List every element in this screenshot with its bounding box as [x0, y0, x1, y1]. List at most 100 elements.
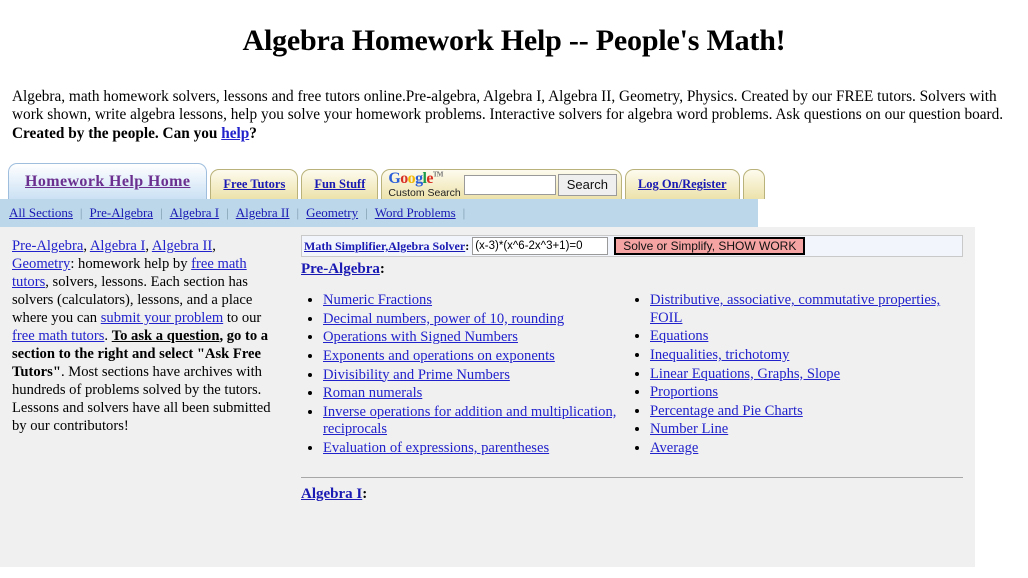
section-link-pre-algebra[interactable]: Pre-Algebra — [301, 261, 380, 277]
list-item[interactable]: Distributive, associative, commutative p… — [650, 292, 963, 327]
google-letter-g: G — [388, 169, 401, 187]
subnav-separator: | — [226, 205, 229, 221]
subnav-separator: | — [296, 205, 300, 221]
tab-log-on-register[interactable]: Log On/Register — [624, 169, 740, 200]
link-evaluation-expressions[interactable]: Evaluation of expressions, parentheses — [323, 440, 549, 456]
subnav-separator: | — [462, 205, 466, 221]
list-item[interactable]: Equations — [650, 328, 963, 346]
help-link[interactable]: help — [221, 125, 249, 142]
pre-algebra-left-list: Numeric Fractions Decimal numbers, power… — [301, 292, 632, 457]
sidebar-link-algebra-ii[interactable]: Algebra II — [152, 238, 212, 254]
google-logo-icon: GoogleTM Custom Search — [388, 169, 461, 199]
intro-text: Algebra, math homework solvers, lessons … — [12, 88, 1004, 124]
link-operations-signed-numbers[interactable]: Operations with Signed Numbers — [323, 329, 518, 345]
subnav-item-all-sections[interactable]: All Sections — [9, 205, 73, 221]
link-average[interactable]: Average — [650, 440, 698, 456]
section-heading-pre-algebra: Pre-Algebra: — [301, 261, 963, 278]
subnav-item-algebra-ii[interactable]: Algebra II — [236, 205, 290, 221]
sidebar-link-algebra-i[interactable]: Algebra I — [90, 238, 146, 254]
list-item[interactable]: Percentage and Pie Charts — [650, 403, 963, 421]
subnav-item-pre-algebra[interactable]: Pre-Algebra — [90, 205, 154, 221]
link-roman-numerals[interactable]: Roman numerals — [323, 385, 422, 401]
solver-expression-input[interactable] — [472, 237, 609, 256]
tab-homework-help-home[interactable]: Homework Help Home — [8, 163, 208, 200]
list-item[interactable]: Numeric Fractions — [323, 292, 632, 310]
tab-label-home[interactable]: Homework Help Home — [25, 173, 190, 191]
intro-bold-text: Created by the people. Can you — [12, 124, 222, 142]
sidebar-link-submit-problem[interactable]: submit your problem — [101, 310, 223, 326]
google-letter-o2: o — [407, 169, 416, 187]
tab-bar: Homework Help Home Free Tutors Fun Stuff… — [0, 163, 765, 200]
pre-algebra-right-list: Distributive, associative, commutative p… — [632, 292, 963, 457]
list-item[interactable]: Proportions — [650, 384, 963, 402]
link-linear-equations-graphs-slope[interactable]: Linear Equations, Graphs, Slope — [650, 366, 840, 382]
subnav-item-word-problems[interactable]: Word Problems — [375, 205, 456, 221]
link-numeric-fractions[interactable]: Numeric Fractions — [323, 292, 432, 308]
list-item[interactable]: Exponents and operations on exponents — [323, 348, 632, 366]
pre-algebra-left-column: Numeric Fractions Decimal numbers, power… — [301, 292, 632, 458]
section-heading-algebra-i: Algebra I: — [301, 486, 963, 503]
tab-free-tutors[interactable]: Free Tutors — [210, 169, 299, 200]
link-percentage-pie-charts[interactable]: Percentage and Pie Charts — [650, 403, 803, 419]
tab-stub[interactable] — [742, 169, 765, 200]
sidebar-link-pre-algebra[interactable]: Pre-Algebra — [12, 238, 83, 254]
sidebar-description: Pre-Algebra, Algebra I, Algebra II, Geom… — [0, 227, 293, 568]
intro-paragraph: Algebra, math homework solvers, lessons … — [12, 88, 1010, 143]
list-item[interactable]: Evaluation of expressions, parentheses — [323, 440, 632, 458]
list-item[interactable]: Inequalities, trichotomy — [650, 347, 963, 365]
list-item[interactable]: Roman numerals — [323, 385, 632, 403]
list-item[interactable]: Number Line — [650, 421, 963, 439]
link-inverse-operations[interactable]: Inverse operations for addition and mult… — [323, 404, 616, 438]
link-equations[interactable]: Equations — [650, 328, 708, 344]
solver-label: Math Simplifier,Algebra Solver: — [304, 239, 469, 254]
custom-search-subtitle: Custom Search — [388, 186, 461, 199]
list-item[interactable]: Inverse operations for addition and mult… — [323, 404, 632, 439]
subnav-item-geometry[interactable]: Geometry — [306, 205, 358, 221]
tab-google-custom-search: GoogleTM Custom Search Search — [381, 169, 622, 200]
list-item[interactable]: Linear Equations, Graphs, Slope — [650, 366, 963, 384]
google-search-button[interactable]: Search — [557, 173, 617, 196]
link-decimal-numbers[interactable]: Decimal numbers, power of 10, rounding — [323, 311, 564, 327]
google-letter-o1: o — [400, 169, 408, 187]
content-area: Pre-Algebra, Algebra I, Algebra II, Geom… — [0, 227, 975, 568]
sidebar-text-1: : homework help by — [70, 256, 192, 273]
tab-label-free-tutors[interactable]: Free Tutors — [223, 177, 285, 192]
subnav-item-algebra-i[interactable]: Algebra I — [170, 205, 219, 221]
list-item[interactable]: Average — [650, 440, 963, 458]
math-simplifier-link[interactable]: Math Simplifier,Algebra Solver — [304, 239, 465, 253]
sidebar-text-3: to our — [223, 310, 262, 327]
google-search-input[interactable] — [463, 174, 556, 195]
section-heading-colon: : — [362, 485, 368, 502]
sidebar-link-geometry[interactable]: Geometry — [12, 256, 70, 272]
page-title: Algebra Homework Help -- People's Math! — [242, 24, 786, 57]
list-item[interactable]: Decimal numbers, power of 10, rounding — [323, 311, 632, 329]
tab-label-log-on-register[interactable]: Log On/Register — [638, 177, 727, 192]
math-solver-bar: Math Simplifier,Algebra Solver: Solve or… — [301, 235, 963, 258]
tab-fun-stuff[interactable]: Fun Stuff — [301, 169, 379, 200]
solve-or-simplify-button[interactable]: Solve or Simplify, SHOW WORK — [614, 237, 806, 256]
sidebar-link-free-math-tutors-2[interactable]: free math tutors — [12, 328, 104, 344]
list-item[interactable]: Divisibility and Prime Numbers — [323, 367, 632, 385]
section-divider — [301, 476, 963, 478]
main-column: Math Simplifier,Algebra Solver: Solve or… — [293, 227, 975, 568]
subnav-separator: | — [79, 205, 83, 221]
link-divisibility-prime-numbers[interactable]: Divisibility and Prime Numbers — [323, 367, 510, 383]
subnav-separator: | — [160, 205, 163, 221]
link-inequalities-trichotomy[interactable]: Inequalities, trichotomy — [650, 347, 789, 363]
pre-algebra-link-columns: Numeric Fractions Decimal numbers, power… — [301, 292, 963, 458]
trademark-icon: TM — [432, 170, 444, 179]
link-distributive-properties[interactable]: Distributive, associative, commutative p… — [650, 292, 940, 326]
section-heading-colon: : — [379, 261, 385, 278]
link-exponents[interactable]: Exponents and operations on exponents — [323, 348, 555, 364]
sub-navigation: All Sections | Pre-Algebra | Algebra I |… — [0, 199, 758, 228]
solver-label-colon: : — [465, 238, 470, 253]
section-link-algebra-i[interactable]: Algebra I — [301, 486, 362, 502]
link-number-line[interactable]: Number Line — [650, 421, 728, 437]
intro-end: ? — [249, 124, 257, 142]
sidebar-bold-ask-question: To ask a question — [111, 328, 220, 345]
tab-label-fun-stuff[interactable]: Fun Stuff — [314, 177, 365, 192]
list-item[interactable]: Operations with Signed Numbers — [323, 329, 632, 347]
sidebar-text-4: . — [104, 328, 112, 345]
subnav-separator: | — [365, 205, 368, 221]
link-proportions[interactable]: Proportions — [650, 384, 718, 400]
